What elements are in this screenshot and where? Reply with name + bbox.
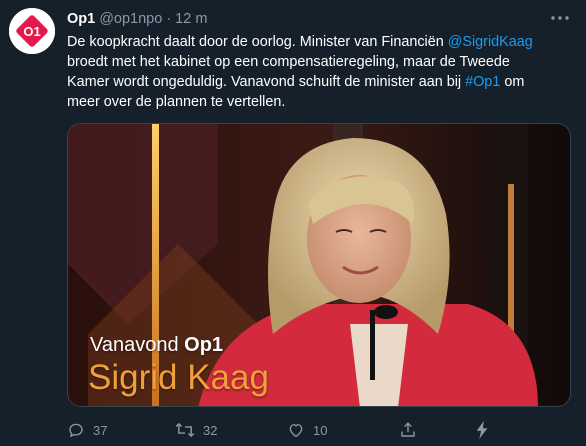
op1-badge-icon: O1 (564, 132, 571, 196)
reply-icon (69, 423, 83, 438)
author-handle[interactable]: @op1npo (99, 11, 162, 27)
avatar-logo-text: O1 (23, 24, 40, 39)
tweet-text-line-1: De koopkracht daalt door de oorlog. Mini… (67, 34, 448, 50)
share-button[interactable] (399, 420, 417, 440)
like-icon (289, 424, 303, 438)
tweet-text-line-3-end: om (500, 74, 525, 90)
retweet-button[interactable]: 32 (175, 420, 217, 440)
tweet-text-line-2: broedt met het kabinet op een compensati… (67, 54, 510, 70)
media-caption-name: Sigrid Kaag (88, 358, 269, 397)
action-bar: 37 32 10 (67, 420, 507, 440)
separator: · (166, 11, 172, 27)
mention-link[interactable]: @SigridKaag (448, 34, 533, 50)
caption-prefix: Vanavond (90, 334, 185, 356)
reply-count: 37 (93, 422, 108, 438)
reply-button[interactable]: 37 (67, 420, 107, 440)
media-caption-small: Vanavond Op1 (90, 334, 223, 357)
more-icon (551, 16, 569, 20)
analytics-button[interactable] (475, 420, 489, 440)
retweet-count: 32 (203, 422, 218, 438)
tweet[interactable]: O1 Op1 @op1npo · 12 m De koopkracht daal… (0, 0, 586, 446)
avatar[interactable]: O1 (9, 8, 55, 54)
timestamp[interactable]: 12 m (175, 11, 207, 27)
media-image[interactable]: O1 Vanavond Op1 Sigrid Kaag (67, 123, 571, 407)
share-icon (401, 422, 415, 437)
tweet-text-line-3: Kamer wordt ongeduldig. Vanavond schuift… (67, 74, 466, 90)
like-count: 10 (313, 422, 328, 438)
author-name[interactable]: Op1 (67, 11, 95, 27)
tweet-text-line-4: meer over de plannen te vertellen. (67, 94, 286, 110)
analytics-icon (476, 421, 488, 439)
retweet-icon (175, 422, 195, 438)
tweet-text: De koopkracht daalt door de oorlog. Mini… (67, 32, 567, 112)
op1-logo-icon: O1 (9, 8, 55, 54)
more-button[interactable] (550, 10, 570, 26)
tweet-header: Op1 @op1npo · 12 m (67, 9, 207, 29)
caption-brand: Op1 (184, 334, 224, 356)
like-button[interactable]: 10 (287, 420, 327, 440)
hashtag-link[interactable]: #Op1 (465, 74, 500, 90)
